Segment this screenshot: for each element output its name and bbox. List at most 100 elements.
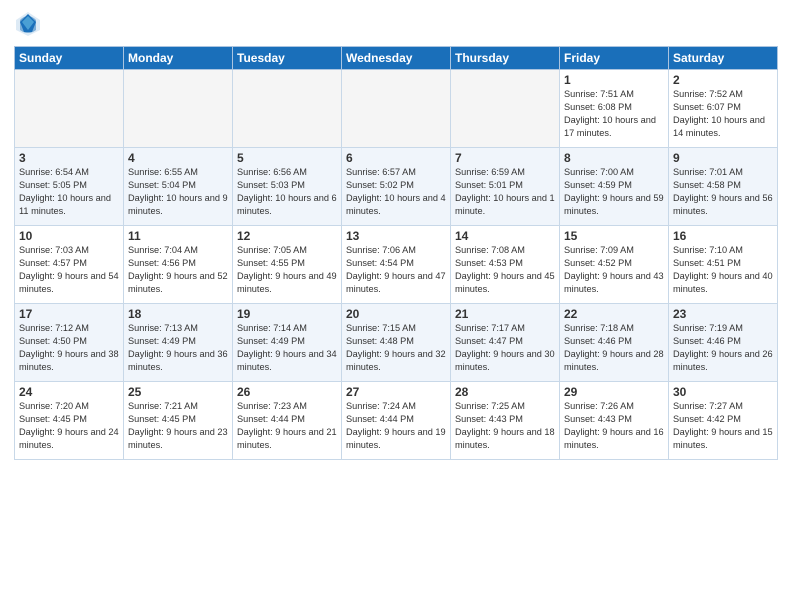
day-info: Sunrise: 6:54 AM Sunset: 5:05 PM Dayligh… [19, 166, 119, 218]
day-number: 22 [564, 307, 664, 321]
header-saturday: Saturday [669, 47, 778, 70]
calendar-cell: 3Sunrise: 6:54 AM Sunset: 5:05 PM Daylig… [15, 148, 124, 226]
logo [14, 10, 46, 38]
header-monday: Monday [124, 47, 233, 70]
day-number: 3 [19, 151, 119, 165]
calendar-cell: 12Sunrise: 7:05 AM Sunset: 4:55 PM Dayli… [233, 226, 342, 304]
day-info: Sunrise: 7:00 AM Sunset: 4:59 PM Dayligh… [564, 166, 664, 218]
calendar-cell: 23Sunrise: 7:19 AM Sunset: 4:46 PM Dayli… [669, 304, 778, 382]
calendar-cell: 16Sunrise: 7:10 AM Sunset: 4:51 PM Dayli… [669, 226, 778, 304]
calendar-cell: 29Sunrise: 7:26 AM Sunset: 4:43 PM Dayli… [560, 382, 669, 460]
calendar-week-4: 17Sunrise: 7:12 AM Sunset: 4:50 PM Dayli… [15, 304, 778, 382]
day-info: Sunrise: 6:59 AM Sunset: 5:01 PM Dayligh… [455, 166, 555, 218]
day-info: Sunrise: 7:24 AM Sunset: 4:44 PM Dayligh… [346, 400, 446, 452]
day-number: 12 [237, 229, 337, 243]
calendar-week-1: 1Sunrise: 7:51 AM Sunset: 6:08 PM Daylig… [15, 70, 778, 148]
day-info: Sunrise: 7:51 AM Sunset: 6:08 PM Dayligh… [564, 88, 664, 140]
calendar-cell: 30Sunrise: 7:27 AM Sunset: 4:42 PM Dayli… [669, 382, 778, 460]
day-info: Sunrise: 7:19 AM Sunset: 4:46 PM Dayligh… [673, 322, 773, 374]
day-number: 5 [237, 151, 337, 165]
day-info: Sunrise: 7:12 AM Sunset: 4:50 PM Dayligh… [19, 322, 119, 374]
day-number: 30 [673, 385, 773, 399]
day-number: 27 [346, 385, 446, 399]
calendar-cell: 11Sunrise: 7:04 AM Sunset: 4:56 PM Dayli… [124, 226, 233, 304]
day-info: Sunrise: 7:17 AM Sunset: 4:47 PM Dayligh… [455, 322, 555, 374]
calendar-cell: 6Sunrise: 6:57 AM Sunset: 5:02 PM Daylig… [342, 148, 451, 226]
calendar-cell [342, 70, 451, 148]
header-wednesday: Wednesday [342, 47, 451, 70]
calendar-cell: 2Sunrise: 7:52 AM Sunset: 6:07 PM Daylig… [669, 70, 778, 148]
day-info: Sunrise: 7:14 AM Sunset: 4:49 PM Dayligh… [237, 322, 337, 374]
day-number: 13 [346, 229, 446, 243]
day-number: 20 [346, 307, 446, 321]
day-number: 24 [19, 385, 119, 399]
day-info: Sunrise: 6:57 AM Sunset: 5:02 PM Dayligh… [346, 166, 446, 218]
day-number: 8 [564, 151, 664, 165]
calendar-cell: 18Sunrise: 7:13 AM Sunset: 4:49 PM Dayli… [124, 304, 233, 382]
day-info: Sunrise: 7:08 AM Sunset: 4:53 PM Dayligh… [455, 244, 555, 296]
calendar-cell: 20Sunrise: 7:15 AM Sunset: 4:48 PM Dayli… [342, 304, 451, 382]
day-info: Sunrise: 7:13 AM Sunset: 4:49 PM Dayligh… [128, 322, 228, 374]
day-info: Sunrise: 7:26 AM Sunset: 4:43 PM Dayligh… [564, 400, 664, 452]
header-tuesday: Tuesday [233, 47, 342, 70]
calendar-cell: 25Sunrise: 7:21 AM Sunset: 4:45 PM Dayli… [124, 382, 233, 460]
calendar-table: Sunday Monday Tuesday Wednesday Thursday… [14, 46, 778, 460]
calendar-cell [233, 70, 342, 148]
day-number: 18 [128, 307, 228, 321]
page-header [14, 10, 778, 38]
day-number: 1 [564, 73, 664, 87]
day-number: 2 [673, 73, 773, 87]
day-number: 6 [346, 151, 446, 165]
calendar-cell: 19Sunrise: 7:14 AM Sunset: 4:49 PM Dayli… [233, 304, 342, 382]
day-number: 21 [455, 307, 555, 321]
calendar-cell: 8Sunrise: 7:00 AM Sunset: 4:59 PM Daylig… [560, 148, 669, 226]
day-number: 29 [564, 385, 664, 399]
calendar-cell [15, 70, 124, 148]
day-number: 19 [237, 307, 337, 321]
calendar-cell: 4Sunrise: 6:55 AM Sunset: 5:04 PM Daylig… [124, 148, 233, 226]
day-number: 26 [237, 385, 337, 399]
day-info: Sunrise: 7:04 AM Sunset: 4:56 PM Dayligh… [128, 244, 228, 296]
calendar-cell: 9Sunrise: 7:01 AM Sunset: 4:58 PM Daylig… [669, 148, 778, 226]
calendar-cell: 27Sunrise: 7:24 AM Sunset: 4:44 PM Dayli… [342, 382, 451, 460]
day-info: Sunrise: 7:06 AM Sunset: 4:54 PM Dayligh… [346, 244, 446, 296]
day-number: 17 [19, 307, 119, 321]
calendar-cell: 24Sunrise: 7:20 AM Sunset: 4:45 PM Dayli… [15, 382, 124, 460]
page-container: Sunday Monday Tuesday Wednesday Thursday… [0, 0, 792, 612]
day-info: Sunrise: 7:18 AM Sunset: 4:46 PM Dayligh… [564, 322, 664, 374]
calendar-cell: 21Sunrise: 7:17 AM Sunset: 4:47 PM Dayli… [451, 304, 560, 382]
day-number: 23 [673, 307, 773, 321]
calendar-cell: 17Sunrise: 7:12 AM Sunset: 4:50 PM Dayli… [15, 304, 124, 382]
day-info: Sunrise: 7:52 AM Sunset: 6:07 PM Dayligh… [673, 88, 773, 140]
day-info: Sunrise: 7:10 AM Sunset: 4:51 PM Dayligh… [673, 244, 773, 296]
calendar-cell: 13Sunrise: 7:06 AM Sunset: 4:54 PM Dayli… [342, 226, 451, 304]
calendar-week-3: 10Sunrise: 7:03 AM Sunset: 4:57 PM Dayli… [15, 226, 778, 304]
calendar-cell: 1Sunrise: 7:51 AM Sunset: 6:08 PM Daylig… [560, 70, 669, 148]
day-info: Sunrise: 7:03 AM Sunset: 4:57 PM Dayligh… [19, 244, 119, 296]
logo-icon [14, 10, 42, 38]
calendar-cell: 22Sunrise: 7:18 AM Sunset: 4:46 PM Dayli… [560, 304, 669, 382]
calendar-cell: 26Sunrise: 7:23 AM Sunset: 4:44 PM Dayli… [233, 382, 342, 460]
day-number: 15 [564, 229, 664, 243]
day-number: 28 [455, 385, 555, 399]
day-number: 25 [128, 385, 228, 399]
day-number: 4 [128, 151, 228, 165]
day-number: 14 [455, 229, 555, 243]
day-info: Sunrise: 7:23 AM Sunset: 4:44 PM Dayligh… [237, 400, 337, 452]
day-number: 9 [673, 151, 773, 165]
calendar-cell: 28Sunrise: 7:25 AM Sunset: 4:43 PM Dayli… [451, 382, 560, 460]
calendar-cell [451, 70, 560, 148]
day-info: Sunrise: 7:01 AM Sunset: 4:58 PM Dayligh… [673, 166, 773, 218]
calendar-week-5: 24Sunrise: 7:20 AM Sunset: 4:45 PM Dayli… [15, 382, 778, 460]
header-thursday: Thursday [451, 47, 560, 70]
calendar-week-2: 3Sunrise: 6:54 AM Sunset: 5:05 PM Daylig… [15, 148, 778, 226]
day-info: Sunrise: 7:15 AM Sunset: 4:48 PM Dayligh… [346, 322, 446, 374]
calendar-cell: 10Sunrise: 7:03 AM Sunset: 4:57 PM Dayli… [15, 226, 124, 304]
day-info: Sunrise: 6:55 AM Sunset: 5:04 PM Dayligh… [128, 166, 228, 218]
calendar-header-row: Sunday Monday Tuesday Wednesday Thursday… [15, 47, 778, 70]
day-info: Sunrise: 7:21 AM Sunset: 4:45 PM Dayligh… [128, 400, 228, 452]
calendar-cell: 15Sunrise: 7:09 AM Sunset: 4:52 PM Dayli… [560, 226, 669, 304]
day-info: Sunrise: 7:09 AM Sunset: 4:52 PM Dayligh… [564, 244, 664, 296]
header-sunday: Sunday [15, 47, 124, 70]
day-number: 7 [455, 151, 555, 165]
